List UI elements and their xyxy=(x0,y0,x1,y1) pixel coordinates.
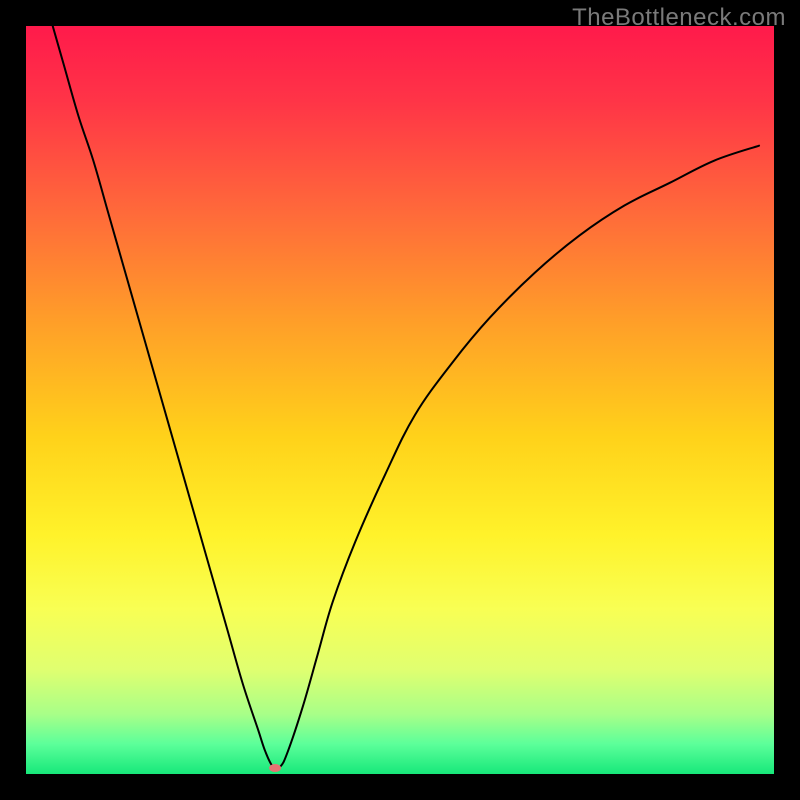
chart-background xyxy=(26,26,774,774)
optimal-point-marker xyxy=(269,764,281,772)
bottleneck-chart: TheBottleneck.com xyxy=(0,0,800,800)
chart-svg xyxy=(0,0,800,800)
watermark-text: TheBottleneck.com xyxy=(572,4,786,32)
